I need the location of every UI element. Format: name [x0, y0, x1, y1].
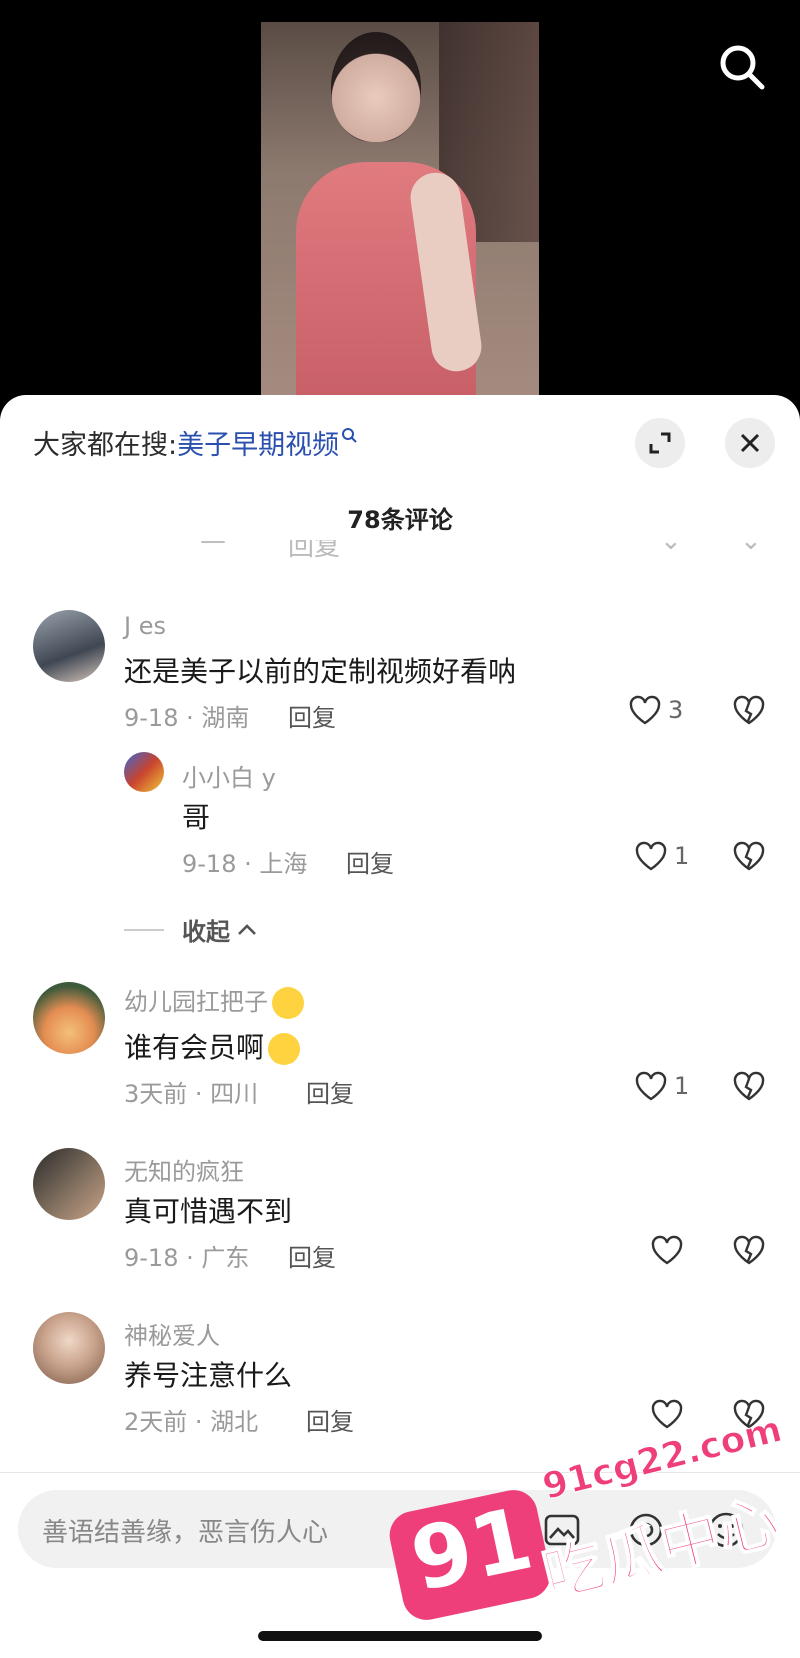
comment-username[interactable]: J es	[124, 612, 166, 640]
close-icon	[740, 433, 760, 453]
expand-icon	[649, 432, 671, 454]
reply-button[interactable]: 回复	[346, 844, 394, 879]
close-button[interactable]	[725, 418, 775, 468]
dislike-button[interactable]	[732, 1070, 766, 1106]
avatar[interactable]	[33, 1148, 105, 1220]
dislike-button[interactable]	[732, 694, 766, 730]
dislike-button[interactable]	[732, 1234, 766, 1270]
broken-heart-icon	[733, 841, 765, 871]
collapse-divider	[124, 928, 164, 931]
comment-meta: 2天前 · 湖北	[124, 1408, 259, 1436]
scrolled-row-fragment: — 回复 ⌄ ⌄	[200, 540, 762, 562]
avatar[interactable]	[33, 610, 105, 682]
comment-input-placeholder: 善语结善缘，恶言伤人心	[42, 1518, 329, 1548]
collapse-label: 收起	[182, 918, 230, 946]
heart-icon	[635, 841, 667, 871]
video-thumbnail[interactable]	[261, 22, 539, 400]
heart-icon	[651, 1235, 683, 1265]
like-count: 3	[668, 696, 684, 724]
reply-button[interactable]: 回复	[288, 698, 336, 733]
comment-meta: 9-18 · 上海	[182, 850, 308, 878]
comment-username[interactable]: 无知的疯狂	[124, 1152, 244, 1187]
dislike-button[interactable]	[732, 840, 766, 876]
collapse-replies-button[interactable]: 收起	[124, 912, 258, 947]
search-icon	[342, 427, 357, 443]
avatar[interactable]	[33, 1312, 105, 1384]
search-icon[interactable]	[715, 40, 771, 96]
like-count: 1	[674, 842, 690, 870]
expand-button[interactable]	[635, 418, 685, 468]
like-button[interactable]	[650, 1234, 684, 1266]
like-button[interactable]: 1	[634, 1070, 689, 1102]
pleading-emoji-icon	[268, 1033, 301, 1065]
reply-button[interactable]: 回复	[306, 1402, 354, 1437]
heart-icon	[635, 1071, 667, 1101]
comment-text[interactable]: 还是美子以前的定制视频好看呐	[124, 650, 516, 690]
comment-meta: 9-18 · 湖南	[124, 704, 250, 732]
comment-username[interactable]: 神秘爱人	[124, 1316, 220, 1351]
reply-button[interactable]: 回复	[288, 1238, 336, 1273]
comment-text-content: 谁有会员啊	[124, 1031, 265, 1064]
heart-icon	[629, 695, 661, 725]
broken-heart-icon	[733, 695, 765, 725]
like-button[interactable]: 1	[634, 840, 689, 872]
comment-text[interactable]: 谁有会员啊	[124, 1026, 301, 1066]
chevron-up-icon	[238, 923, 256, 935]
comment-text[interactable]: 养号注意什么	[124, 1354, 292, 1394]
comment-text[interactable]: 真可惜遇不到	[124, 1190, 292, 1230]
avatar[interactable]	[124, 752, 164, 792]
like-count: 1	[674, 1072, 690, 1100]
comment-text[interactable]: 哥	[182, 796, 210, 836]
broken-heart-icon	[733, 1071, 765, 1101]
hot-search-bar[interactable]: 大家都在搜: 美子早期视频	[33, 423, 359, 462]
broken-heart-icon	[733, 1235, 765, 1265]
like-button[interactable]: 3	[628, 694, 683, 726]
comment-username[interactable]: 小小白 y	[182, 758, 276, 793]
monocle-emoji-icon	[272, 987, 304, 1019]
comment-meta: 3天前 · 四川	[124, 1080, 259, 1108]
hot-search-prefix: 大家都在搜:	[33, 430, 178, 461]
reply-button[interactable]: 回复	[306, 1074, 354, 1109]
comment-username-text: 幼儿园扛把子	[124, 988, 268, 1016]
comment-username[interactable]: 幼儿园扛把子	[124, 982, 304, 1019]
hot-search-term[interactable]: 美子早期视频	[177, 423, 339, 462]
watermark-logo: 91 91cg22.com 吃瓜中心	[385, 1400, 790, 1640]
comment-count: 78条评论	[347, 506, 453, 534]
video-player[interactable]	[0, 0, 800, 420]
comment-meta: 9-18 · 广东	[124, 1244, 250, 1272]
avatar[interactable]	[33, 982, 105, 1054]
video-person-head	[331, 32, 421, 142]
